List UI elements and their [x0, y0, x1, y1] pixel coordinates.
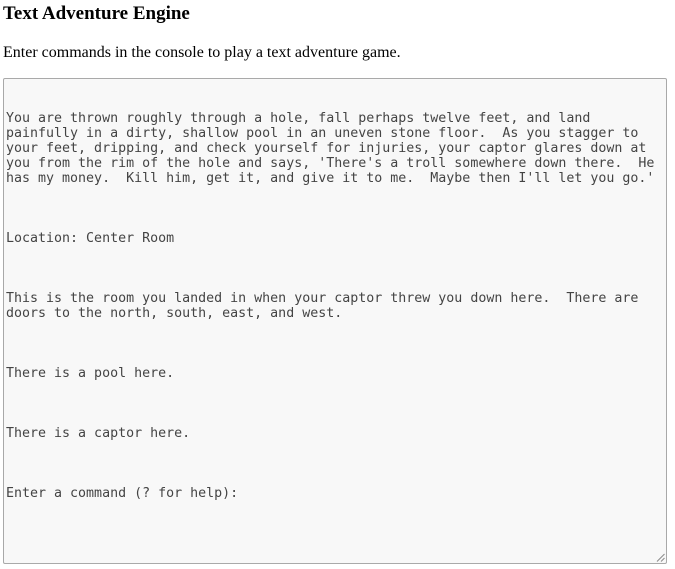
page-instructions: Enter commands in the console to play a … — [3, 44, 401, 61]
game-console[interactable]: You are thrown roughly through a hole, f… — [3, 78, 667, 564]
resize-grip-icon[interactable] — [656, 553, 665, 562]
console-line-pool: There is a pool here. — [6, 366, 175, 381]
console-line-room-description: This is the room you landed in when your… — [6, 291, 647, 321]
console-prompt: Enter a command (? for help): — [6, 486, 239, 501]
console-line-location: Location: Center Room — [6, 231, 175, 246]
console-line-intro: You are thrown roughly through a hole, f… — [6, 111, 663, 186]
page-title: Text Adventure Engine — [3, 3, 190, 24]
console-line-captor: There is a captor here. — [6, 426, 191, 441]
